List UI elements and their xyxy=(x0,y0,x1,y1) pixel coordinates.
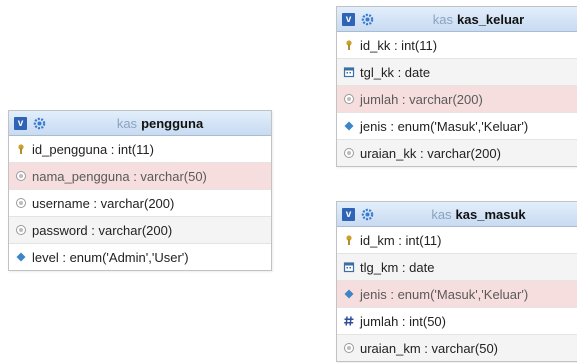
table-name: kas_keluar xyxy=(457,11,525,27)
database-name: kas xyxy=(432,11,453,27)
column-row[interactable]: nama_pengguna : varchar(50) xyxy=(9,163,271,190)
column-row[interactable]: password : varchar(200) xyxy=(9,217,271,244)
column-label: password : varchar(200) xyxy=(32,222,173,238)
column-label: id_pengguna : int(11) xyxy=(32,141,154,157)
column-row[interactable]: uraian_kk : varchar(200) xyxy=(337,140,577,166)
database-name: kas xyxy=(116,115,138,131)
column-label: level : enum('Admin','User') xyxy=(32,249,189,265)
table-pengguna[interactable]: v kas pengguna id_pengguna : int(11) nam… xyxy=(8,110,272,271)
table-name: kas_masuk xyxy=(455,206,526,222)
primary-key-icon xyxy=(343,234,355,246)
column-label: uraian_kk : varchar(200) xyxy=(360,145,501,161)
primary-key-icon xyxy=(343,39,355,51)
enum-column-icon xyxy=(343,288,355,300)
column-row[interactable]: jumlah : int(50) xyxy=(337,308,577,335)
column-row[interactable]: level : enum('Admin','User') xyxy=(9,244,271,270)
column-row[interactable]: id_km : int(11) xyxy=(337,227,577,254)
date-column-icon xyxy=(343,66,355,78)
column-row[interactable]: username : varchar(200) xyxy=(9,190,271,217)
enum-column-icon xyxy=(15,251,27,263)
table-kas-masuk[interactable]: v kas kas_masuk id_km : int(11) tlg_km :… xyxy=(336,201,577,362)
column-row[interactable]: tgl_kk : date xyxy=(337,59,577,86)
text-column-icon xyxy=(343,147,355,159)
column-label: username : varchar(200) xyxy=(32,195,175,211)
column-label: jumlah : int(50) xyxy=(360,313,446,329)
column-label: uraian_km : varchar(50) xyxy=(360,340,498,356)
database-name: kas xyxy=(431,206,452,222)
column-label: nama_pengguna : varchar(50) xyxy=(32,168,207,184)
column-row[interactable]: jenis : enum('Masuk','Keluar') xyxy=(337,281,577,308)
table-header[interactable]: v kas pengguna xyxy=(9,111,271,136)
column-row[interactable]: jumlah : varchar(200) xyxy=(337,86,577,113)
text-column-icon xyxy=(343,342,355,354)
column-label: id_kk : int(11) xyxy=(360,37,438,53)
table-kas-keluar[interactable]: v kas kas_keluar id_kk : int(11) tgl_kk … xyxy=(336,6,577,167)
numeric-column-icon xyxy=(343,315,355,327)
column-label: jenis : enum('Masuk','Keluar') xyxy=(360,286,529,302)
date-column-icon xyxy=(343,261,355,273)
column-row[interactable]: jenis : enum('Masuk','Keluar') xyxy=(337,113,577,140)
text-column-icon xyxy=(15,170,27,182)
column-row[interactable]: uraian_km : varchar(50) xyxy=(337,335,577,361)
table-name: pengguna xyxy=(141,115,204,131)
column-label: jumlah : varchar(200) xyxy=(360,91,483,107)
primary-key-icon xyxy=(15,143,27,155)
column-label: tgl_kk : date xyxy=(360,64,431,80)
text-column-icon xyxy=(343,93,355,105)
enum-column-icon xyxy=(343,120,355,132)
table-title: kas kas_masuk xyxy=(337,202,577,226)
column-row[interactable]: id_pengguna : int(11) xyxy=(9,136,271,163)
text-column-icon xyxy=(15,197,27,209)
table-title: kas kas_keluar xyxy=(337,7,577,31)
column-row[interactable]: tlg_km : date xyxy=(337,254,577,281)
column-label: tlg_km : date xyxy=(360,259,435,275)
column-row[interactable]: id_kk : int(11) xyxy=(337,32,577,59)
table-header[interactable]: v kas kas_keluar xyxy=(337,7,577,32)
column-label: id_km : int(11) xyxy=(360,232,442,248)
column-label: jenis : enum('Masuk','Keluar') xyxy=(360,118,529,134)
table-header[interactable]: v kas kas_masuk xyxy=(337,202,577,227)
table-title: kas pengguna xyxy=(9,111,271,135)
text-column-icon xyxy=(15,224,27,236)
